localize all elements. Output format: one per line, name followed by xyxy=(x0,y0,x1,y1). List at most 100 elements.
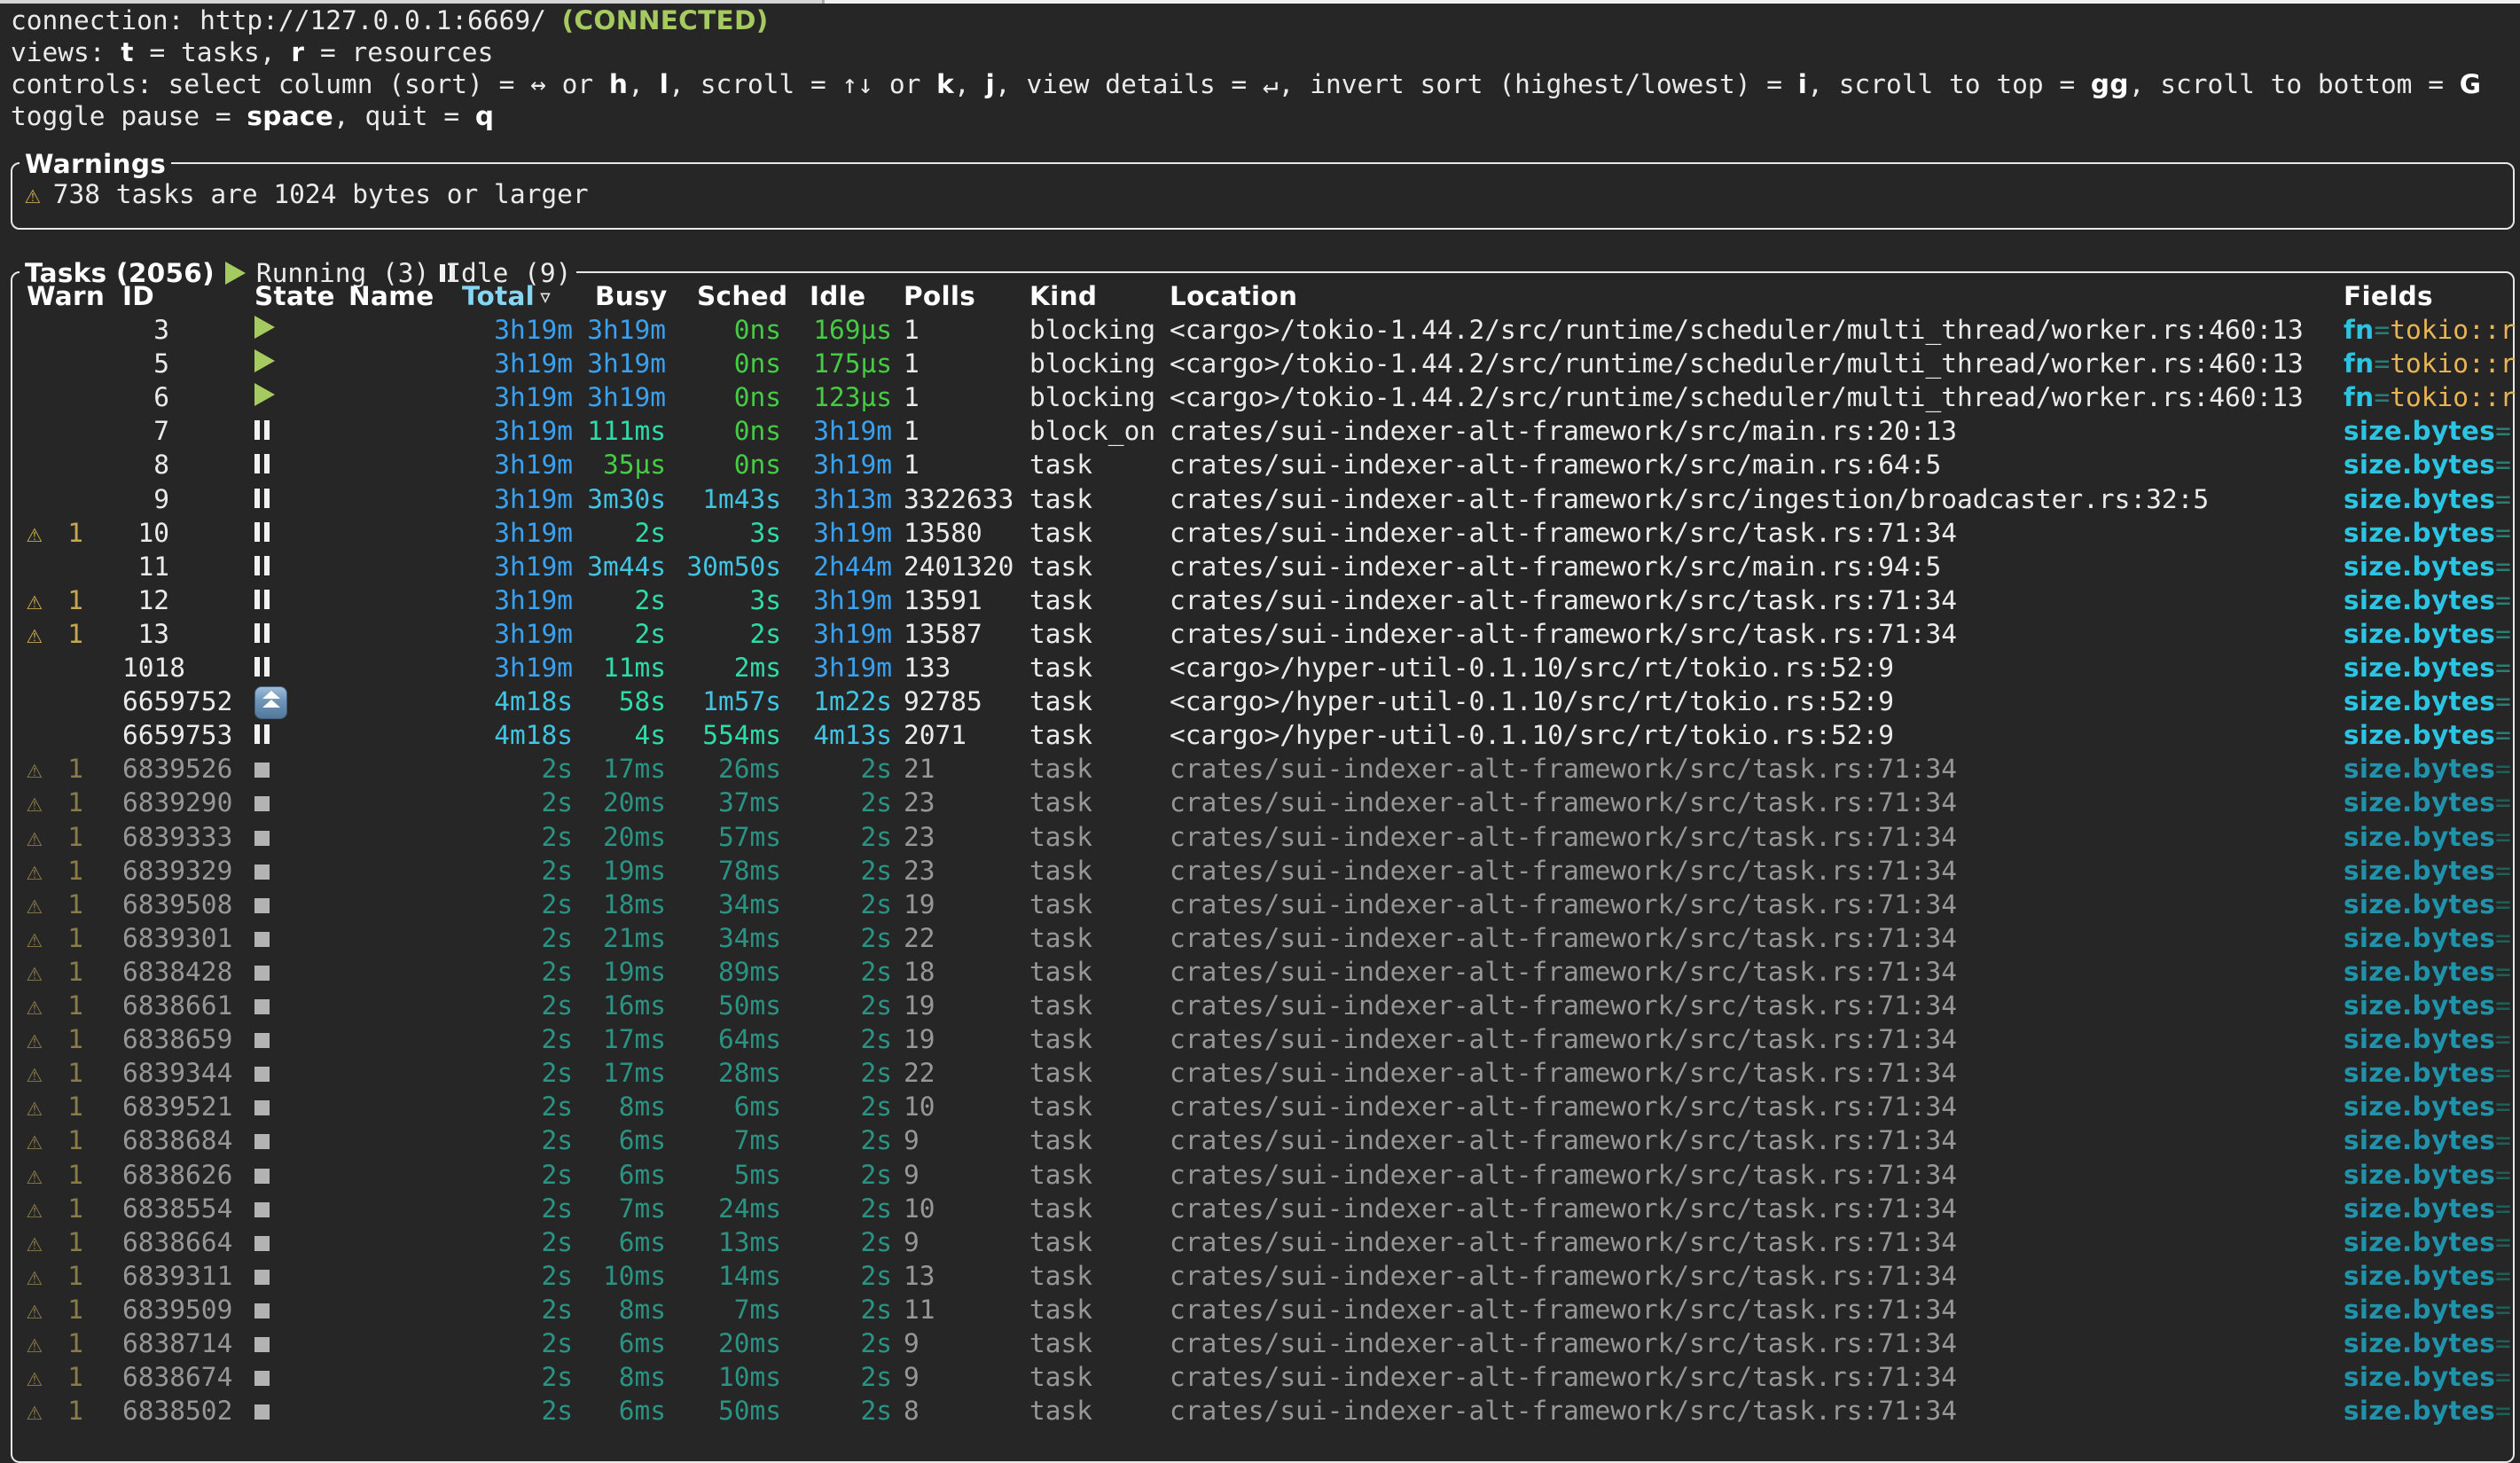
location-path: crates/sui-indexer-alt-framework/src/tas… xyxy=(1170,583,2336,617)
idle-duration: 1m22s xyxy=(806,685,892,718)
task-id: 12 xyxy=(122,583,169,617)
column-header-sched[interactable]: Sched xyxy=(697,279,792,313)
sched-duration: 0ns xyxy=(686,414,781,448)
task-row[interactable]: 66597534m18s4s554ms4m13s2071task<cargo>/… xyxy=(14,718,2511,752)
task-row[interactable]: ⚠168393112s10ms14ms2s13taskcrates/sui-in… xyxy=(14,1259,2511,1293)
task-row[interactable]: 53h19m3h19m0ns175µs1blocking<cargo>/toki… xyxy=(14,347,2511,380)
idle-duration: 3h13m xyxy=(806,482,892,516)
task-row[interactable]: 66597524m18s58s1m57s1m22s92785task<cargo… xyxy=(14,685,2511,718)
sched-duration: 7ms xyxy=(686,1293,781,1326)
column-header-warnic[interactable]: Warn xyxy=(27,279,59,313)
sched-duration: 3s xyxy=(686,516,781,550)
field-name: size.bytes xyxy=(2344,923,2495,953)
task-row[interactable]: ⚠168395092s8ms7ms2s11taskcrates/sui-inde… xyxy=(14,1293,2511,1326)
task-row[interactable]: ⚠168385022s6ms50ms2s8taskcrates/sui-inde… xyxy=(14,1394,2511,1428)
task-row[interactable]: ⚠168386592s17ms64ms2s19taskcrates/sui-in… xyxy=(14,1022,2511,1056)
column-header-id[interactable]: ID xyxy=(122,279,169,313)
task-row[interactable]: ⚠168395212s8ms6ms2s10taskcrates/sui-inde… xyxy=(14,1090,2511,1123)
fields-cell: size.bytes= xyxy=(2344,1158,2520,1192)
column-header-state[interactable]: State xyxy=(254,279,325,313)
fields-cell: size.bytes= xyxy=(2344,482,2520,516)
idle-duration: 2s xyxy=(806,786,892,819)
task-row[interactable]: 83h19m35µs0ns3h19m1taskcrates/sui-indexe… xyxy=(14,448,2511,481)
task-row[interactable]: 33h19m3h19m0ns169µs1blocking<cargo>/toki… xyxy=(14,313,2511,347)
task-row[interactable]: 113h19m3m44s30m50s2h44m2401320taskcrates… xyxy=(14,550,2511,583)
kind-label: task xyxy=(1029,921,1168,955)
column-header-name[interactable]: Name xyxy=(348,279,446,313)
total-duration: 2s xyxy=(447,1326,573,1360)
location-path: crates/sui-indexer-alt-framework/src/tas… xyxy=(1170,921,2336,955)
fields-cell: size.bytes= xyxy=(2344,786,2520,819)
task-id: 6838659 xyxy=(122,1022,169,1056)
task-row[interactable]: ⚠1123h19m2s3s3h19m13591taskcrates/sui-in… xyxy=(14,583,2511,617)
field-equals: = xyxy=(2495,1328,2511,1358)
polls-count: 19 xyxy=(904,989,1032,1022)
field-equals: = xyxy=(2495,754,2511,784)
task-row[interactable]: 63h19m3h19m0ns123µs1blocking<cargo>/toki… xyxy=(14,380,2511,414)
fields-cell: size.bytes= xyxy=(2344,854,2520,888)
column-header-fields[interactable]: Fields xyxy=(2344,279,2520,313)
polls-count: 13587 xyxy=(904,617,1032,651)
warn-count: 1 xyxy=(57,854,83,888)
column-header-kind[interactable]: Kind xyxy=(1029,279,1168,313)
kind-label: blocking xyxy=(1029,313,1168,347)
task-row[interactable]: ⚠168393332s20ms57ms2s23taskcrates/sui-in… xyxy=(14,820,2511,854)
task-row[interactable]: ⚠168385542s7ms24ms2s10taskcrates/sui-ind… xyxy=(14,1192,2511,1225)
field-name: size.bytes xyxy=(2344,585,2495,615)
task-row[interactable]: ⚠168393012s21ms34ms2s22taskcrates/sui-in… xyxy=(14,921,2511,955)
task-row[interactable]: 10183h19m11ms2ms3h19m133task<cargo>/hype… xyxy=(14,651,2511,685)
task-row[interactable]: ⚠168392902s20ms37ms2s23taskcrates/sui-in… xyxy=(14,786,2511,819)
task-row[interactable]: ⚠168386642s6ms13ms2s9taskcrates/sui-inde… xyxy=(14,1225,2511,1259)
task-row[interactable]: 93h19m3m30s1m43s3h13m3322633taskcrates/s… xyxy=(14,482,2511,516)
kind-label: task xyxy=(1029,786,1168,819)
task-row[interactable]: ⚠168386612s16ms50ms2s19taskcrates/sui-in… xyxy=(14,989,2511,1022)
column-header-loc[interactable]: Location xyxy=(1170,279,2336,313)
warning-triangle-icon: ⚠ xyxy=(27,1394,59,1428)
field-equals: = xyxy=(2495,1024,2511,1054)
idle-duration: 2s xyxy=(806,989,892,1022)
kind-label: task xyxy=(1029,482,1168,516)
fields-cell: size.bytes= xyxy=(2344,550,2520,583)
kind-label: task xyxy=(1029,1158,1168,1192)
fields-cell: size.bytes= xyxy=(2344,955,2520,989)
kind-label: task xyxy=(1029,989,1168,1022)
busy-duration: 35µs xyxy=(586,448,666,481)
task-row[interactable]: ⚠168395262s17ms26ms2s21taskcrates/sui-in… xyxy=(14,752,2511,786)
total-duration: 2s xyxy=(447,1192,573,1225)
location-path: crates/sui-indexer-alt-framework/src/mai… xyxy=(1170,448,2336,481)
column-header-total[interactable]: Total▿ xyxy=(462,279,595,313)
idle-duration: 2s xyxy=(806,752,892,786)
task-row[interactable]: 73h19m111ms0ns3h19m1block_oncrates/sui-i… xyxy=(14,414,2511,448)
task-row[interactable]: ⚠168393442s17ms28ms2s22taskcrates/sui-in… xyxy=(14,1056,2511,1090)
task-row[interactable]: ⚠168393292s19ms78ms2s23taskcrates/sui-in… xyxy=(14,854,2511,888)
task-row[interactable]: ⚠1103h19m2s3s3h19m13580taskcrates/sui-in… xyxy=(14,516,2511,550)
column-header-polls[interactable]: Polls xyxy=(904,279,1032,313)
polls-count: 23 xyxy=(904,854,1032,888)
warning-triangle-icon: ⚠ xyxy=(27,617,59,651)
busy-duration: 2s xyxy=(586,617,666,651)
task-row[interactable]: ⚠168386262s6ms5ms2s9taskcrates/sui-index… xyxy=(14,1158,2511,1192)
polls-count: 10 xyxy=(904,1192,1032,1225)
task-row[interactable]: ⚠1133h19m2s2s3h19m13587taskcrates/sui-in… xyxy=(14,617,2511,651)
polls-count: 1 xyxy=(904,313,1032,347)
task-row[interactable]: ⚠168386842s6ms7ms2s9taskcrates/sui-index… xyxy=(14,1123,2511,1157)
fields-cell: size.bytes= xyxy=(2344,1259,2520,1293)
field-equals: = xyxy=(2374,382,2390,412)
total-duration: 2s xyxy=(447,752,573,786)
task-row[interactable]: ⚠168384282s19ms89ms2s18taskcrates/sui-in… xyxy=(14,955,2511,989)
warn-count: 1 xyxy=(57,888,83,921)
busy-duration: 3h19m xyxy=(586,347,666,380)
idle-state-icon xyxy=(254,724,260,744)
warning-triangle-icon: ⚠ xyxy=(27,516,59,550)
polls-count: 8 xyxy=(904,1394,1032,1428)
column-header-busy[interactable]: Busy xyxy=(595,279,675,313)
task-row[interactable]: ⚠168386742s8ms10ms2s9taskcrates/sui-inde… xyxy=(14,1360,2511,1394)
field-value: tokio::r xyxy=(2390,348,2516,379)
busy-duration: 3h19m xyxy=(586,380,666,414)
column-header-idle[interactable]: Idle xyxy=(810,279,896,313)
field-equals: = xyxy=(2495,518,2511,548)
polls-count: 1 xyxy=(904,448,1032,481)
idle-state-icon xyxy=(254,556,260,575)
task-row[interactable]: ⚠168395082s18ms34ms2s19taskcrates/sui-in… xyxy=(14,888,2511,921)
task-row[interactable]: ⚠168387142s6ms20ms2s9taskcrates/sui-inde… xyxy=(14,1326,2511,1360)
